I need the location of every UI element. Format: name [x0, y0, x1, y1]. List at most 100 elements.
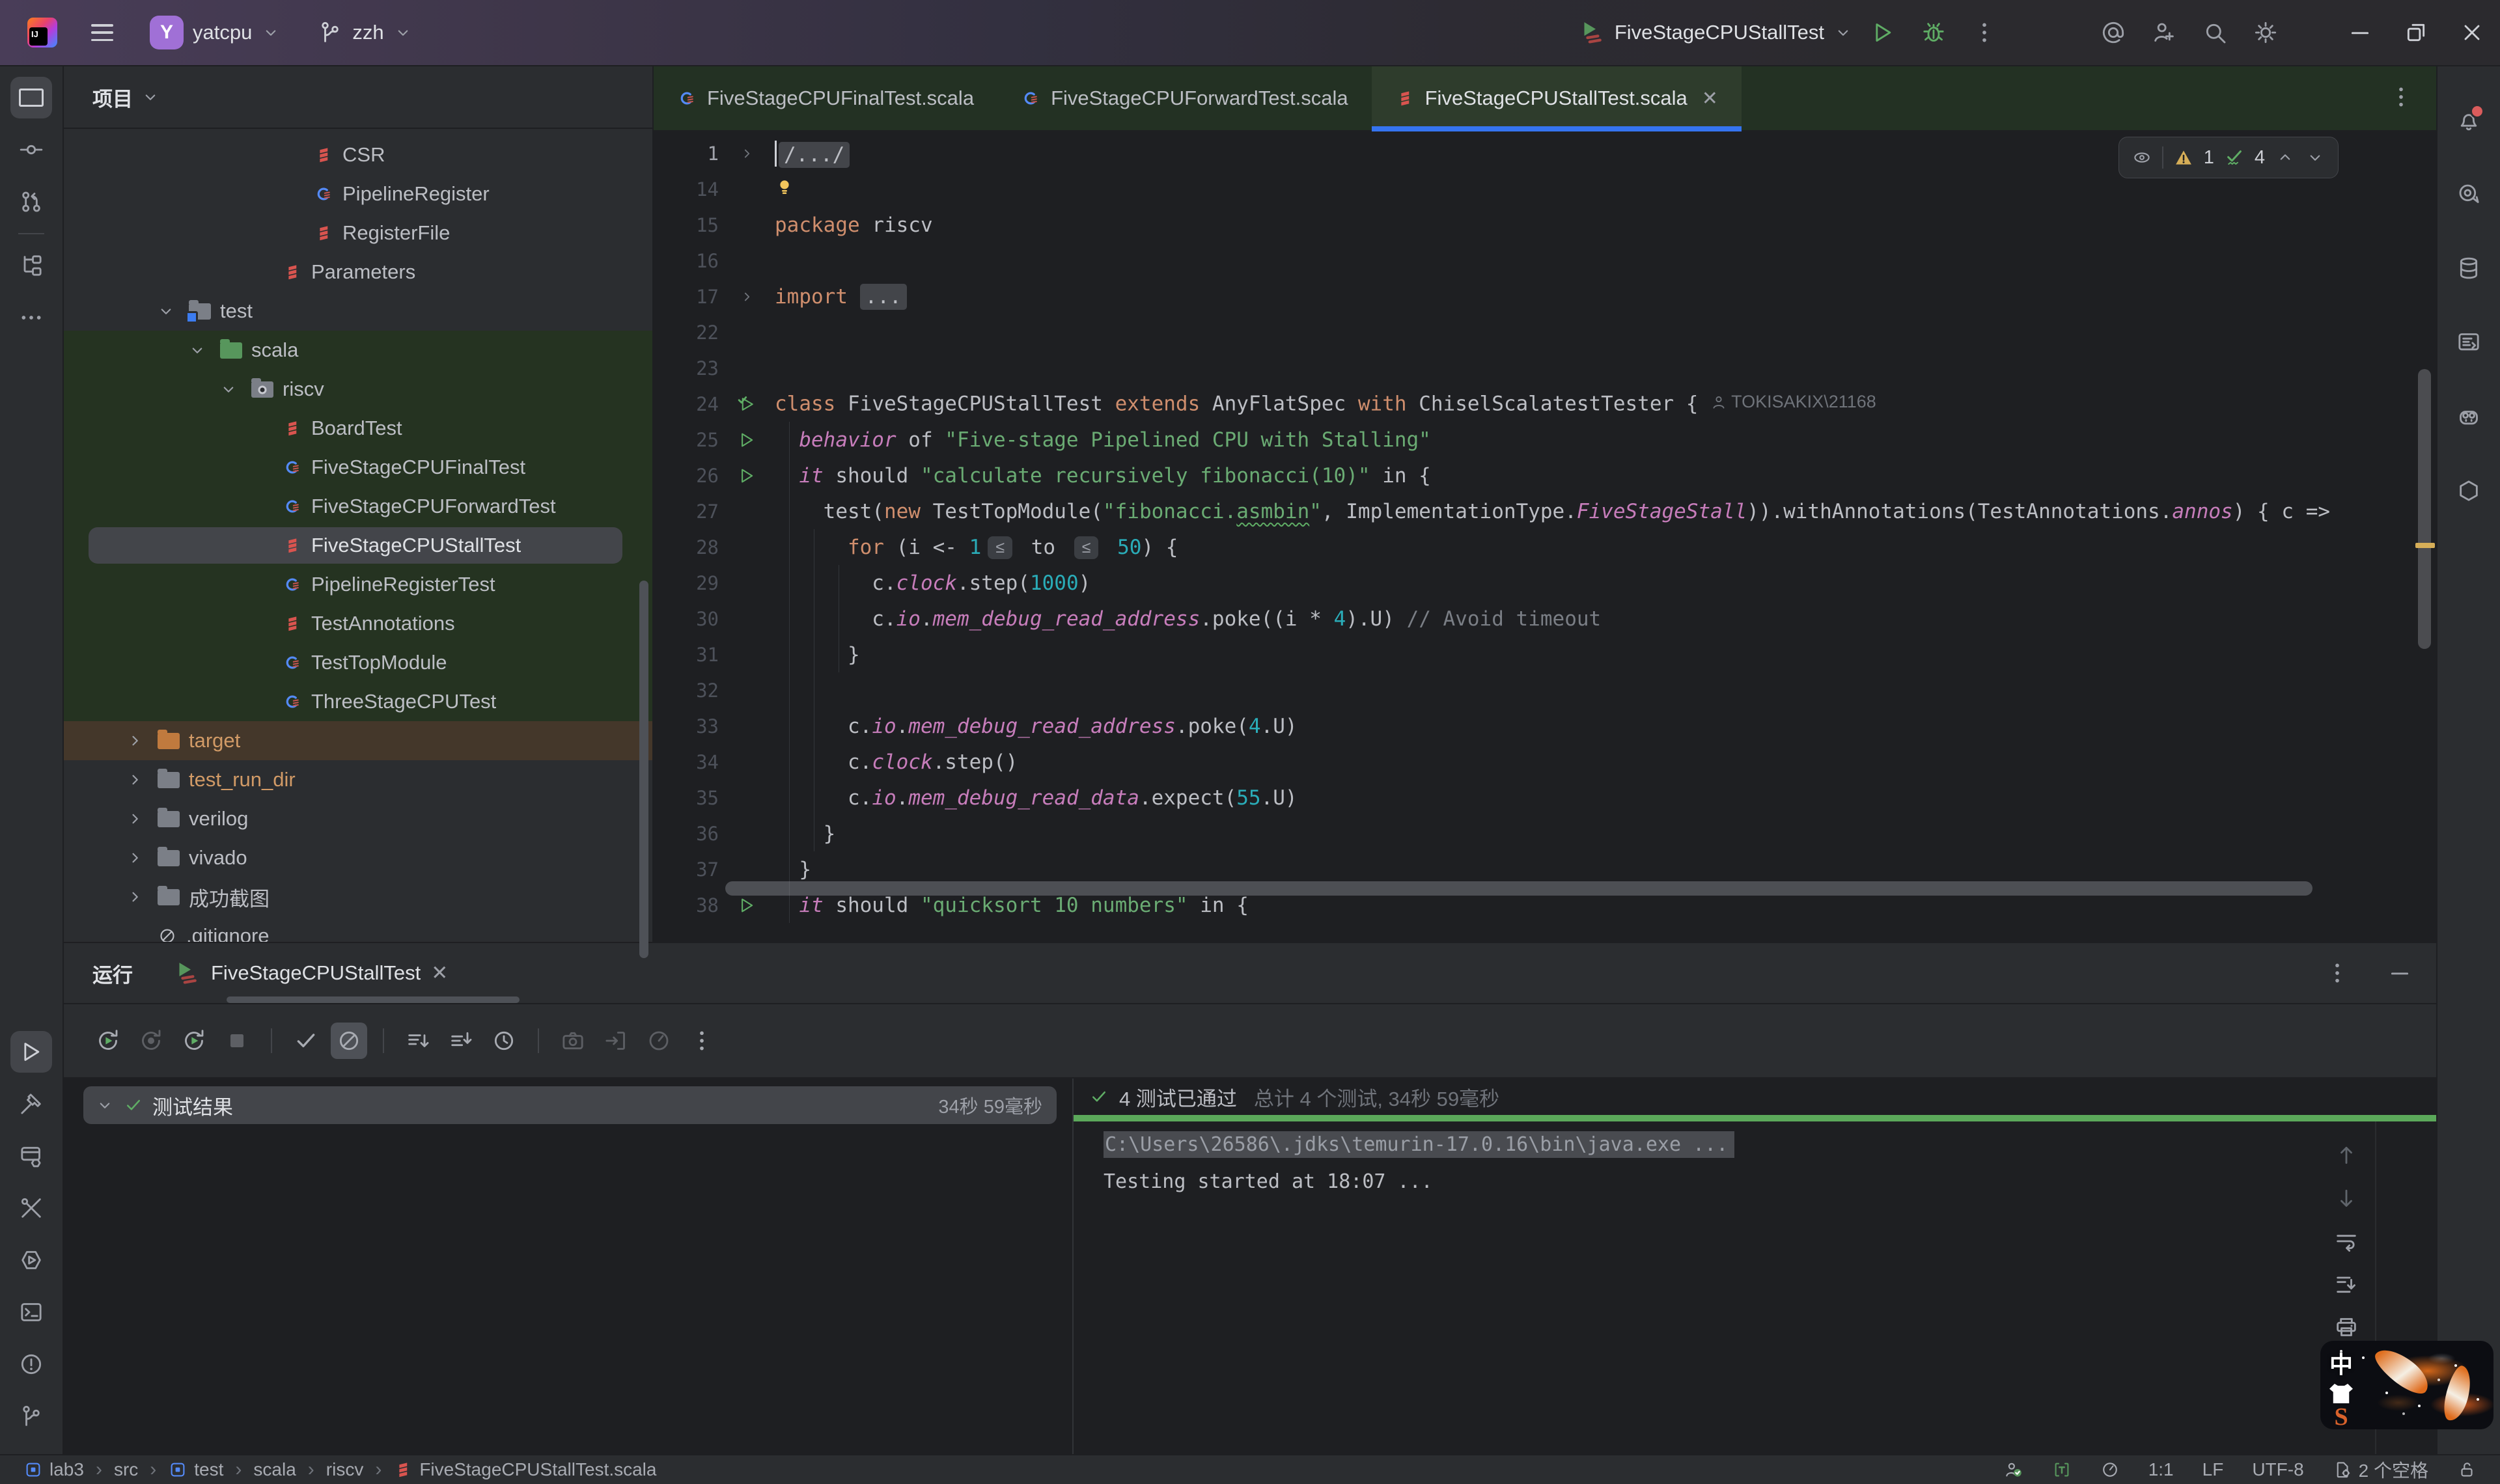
pull-requests-tool-button[interactable] — [10, 181, 52, 223]
breadcrumb-FiveStageCPUStallTest.scala[interactable]: FiveStageCPUStallTest.scala — [393, 1459, 656, 1480]
version-control-tool-button[interactable] — [10, 1395, 52, 1437]
code-viewport[interactable]: 1/.../1415package riscv1617import ...222… — [654, 131, 2436, 942]
code-line-27[interactable]: 27 test(new TestTopModule("fibonacci.asm… — [654, 493, 2436, 529]
prev-occurrence-button[interactable] — [2333, 1142, 2359, 1168]
vertical-scrollbar[interactable] — [2418, 369, 2431, 649]
toggle-auto-test-button[interactable] — [176, 1023, 212, 1059]
code-line-16[interactable]: 16 — [654, 243, 2436, 279]
breadcrumb-src[interactable]: src — [114, 1459, 138, 1480]
code-line-36[interactable]: 36 } — [654, 816, 2436, 851]
commit-tool-button[interactable] — [10, 129, 52, 171]
close-run-tab-button[interactable]: ✕ — [431, 961, 448, 985]
terminal-tool-button[interactable] — [10, 1291, 52, 1333]
more-run-options-button[interactable] — [1964, 12, 2005, 53]
code-line-33[interactable]: 33 c.io.mem_debug_read_address.poke(4.U) — [654, 708, 2436, 744]
code-line-22[interactable]: 22 — [654, 314, 2436, 350]
ime-skin-icon[interactable] — [2329, 1384, 2353, 1403]
run-test-gutter-icon[interactable] — [737, 430, 757, 450]
run-tab[interactable]: FiveStageCPUStallTest ✕ — [174, 960, 448, 986]
editor[interactable]: 1/.../1415package riscv1617import ...222… — [654, 131, 2436, 942]
tree-item-PipelineRegisterTest[interactable]: PipelineRegisterTest — [64, 565, 652, 604]
editor-tab-FiveStageCPUFinalTest.scala[interactable]: FiveStageCPUFinalTest.scala — [654, 66, 997, 130]
tree-item-vivado[interactable]: vivado — [64, 838, 652, 877]
more-toolbar-options-button[interactable] — [684, 1023, 720, 1059]
structure-tool-button[interactable] — [10, 245, 52, 286]
tree-item-成功截图[interactable]: 成功截图 — [64, 877, 652, 916]
ai-assistant-button[interactable] — [2092, 12, 2134, 53]
show-inline-statistics-button[interactable] — [641, 1023, 677, 1059]
tree-item-FiveStageCPUForwardTest[interactable]: FiveStageCPUForwardTest — [64, 487, 652, 526]
project-scrollbar[interactable] — [639, 581, 648, 958]
notifications-button[interactable] — [2448, 99, 2490, 141]
tree-item-scala[interactable]: scala — [64, 331, 652, 370]
main-menu-button[interactable] — [91, 24, 113, 41]
show-ignored-button[interactable] — [331, 1023, 367, 1059]
export-test-results-button[interactable] — [598, 1023, 634, 1059]
test-snapshot-button[interactable] — [555, 1023, 591, 1059]
vcs-branch-widget[interactable]: zzh — [317, 20, 412, 46]
tree-item-test_run_dir[interactable]: test_run_dir — [64, 760, 652, 799]
profiler-tool-button[interactable] — [10, 1239, 52, 1281]
test-passed-gutter-icon[interactable] — [737, 394, 757, 414]
breadcrumb-riscv[interactable]: riscv — [326, 1459, 364, 1480]
tree-item-RegisterFile[interactable]: RegisterFile — [64, 213, 652, 253]
soft-wrap-button[interactable] — [2333, 1228, 2359, 1254]
console-command-line[interactable]: C:\Users\26586\.jdks\temurin-17.0.16\bin… — [1104, 1133, 2436, 1156]
search-everywhere-button[interactable] — [2194, 12, 2236, 53]
line-separator-widget[interactable]: LF — [2202, 1459, 2224, 1480]
breadcrumb-scala[interactable]: scala — [253, 1459, 296, 1480]
run-test-gutter-icon[interactable] — [737, 466, 757, 486]
code-line-23[interactable]: 23 — [654, 350, 2436, 386]
tree-item-PipelineRegister[interactable]: PipelineRegister — [64, 174, 652, 213]
run-tool-button[interactable] — [10, 1031, 52, 1073]
sogou-logo[interactable]: S — [2334, 1407, 2348, 1427]
code-line-32[interactable]: 32 — [654, 672, 2436, 708]
tree-item-CSR[interactable]: CSR — [64, 135, 652, 174]
tree-item-TestTopModule[interactable]: TestTopModule — [64, 643, 652, 682]
reader-mode-icon[interactable] — [2132, 148, 2152, 167]
indent-widget[interactable]: 2 个空格 — [2333, 1457, 2428, 1483]
problems-tool-button[interactable] — [10, 1343, 52, 1385]
run-button[interactable] — [1862, 12, 1904, 53]
code-with-me-status[interactable] — [2004, 1460, 2023, 1479]
tree-item-FiveStageCPUFinalTest[interactable]: FiveStageCPUFinalTest — [64, 448, 652, 487]
editor-tab-FiveStageCPUForwardTest.scala[interactable]: FiveStageCPUForwardTest.scala — [997, 66, 1372, 130]
code-with-me-button[interactable] — [2143, 12, 2185, 53]
inspections-widget[interactable]: 1 4 — [2118, 137, 2339, 178]
folded-region[interactable]: /.../ — [779, 142, 850, 168]
codegeex-tool-button[interactable] — [2448, 396, 2490, 437]
folded-region[interactable]: ... — [860, 284, 907, 310]
breadcrumb-lab3[interactable]: lab3 — [23, 1459, 84, 1480]
project-widget[interactable]: Y yatcpu — [150, 16, 281, 49]
test-results-root-node[interactable]: 测试结果 34秒 59毫秒 — [83, 1086, 1057, 1124]
tree-item-FiveStageCPUStallTest[interactable]: FiveStageCPUStallTest — [64, 526, 652, 565]
sort-by-duration-button[interactable] — [486, 1023, 522, 1059]
hide-run-panel-button[interactable] — [2387, 960, 2413, 986]
next-occurrence-button[interactable] — [2333, 1185, 2359, 1211]
services-tool-button[interactable] — [10, 1135, 52, 1177]
restore-button[interactable] — [2388, 9, 2444, 56]
next-problem-button[interactable] — [2305, 148, 2325, 167]
scroll-to-end-button[interactable] — [2333, 1271, 2359, 1297]
tree-item-riscv[interactable]: riscv — [64, 370, 652, 409]
rerun-button[interactable] — [90, 1023, 126, 1059]
print-button[interactable] — [2333, 1314, 2359, 1340]
tree-item-target[interactable]: target — [64, 721, 652, 760]
database-tool-button[interactable] — [2448, 247, 2490, 289]
rerun-failed-tests-button[interactable] — [133, 1023, 169, 1059]
read-only-toggle[interactable] — [2457, 1460, 2477, 1479]
minimize-button[interactable] — [2332, 9, 2388, 56]
console-output[interactable]: C:\Users\26586\.jdks\temurin-17.0.16\bin… — [1074, 1121, 2436, 1454]
author-hint[interactable]: TOKISAKIX\21168 — [1710, 392, 1876, 412]
warning-stripe-mark[interactable] — [2415, 543, 2435, 548]
tree-item-test[interactable]: test — [64, 292, 652, 331]
sbt-tool-button[interactable] — [10, 1187, 52, 1229]
tree-item-TestAnnotations[interactable]: TestAnnotations — [64, 604, 652, 643]
horizontal-scrollbar[interactable] — [725, 881, 2312, 896]
run-tabstrip-scrollbar[interactable] — [227, 996, 520, 1003]
close-tab-button[interactable]: ✕ — [1702, 87, 1718, 110]
project-panel-header[interactable]: 项目 — [64, 66, 652, 129]
code-line-30[interactable]: 30 c.io.mem_debug_read_address.poke((i *… — [654, 601, 2436, 637]
tree-item-.gitignore[interactable]: .gitignore — [64, 916, 652, 942]
debug-button[interactable] — [1913, 12, 1954, 53]
